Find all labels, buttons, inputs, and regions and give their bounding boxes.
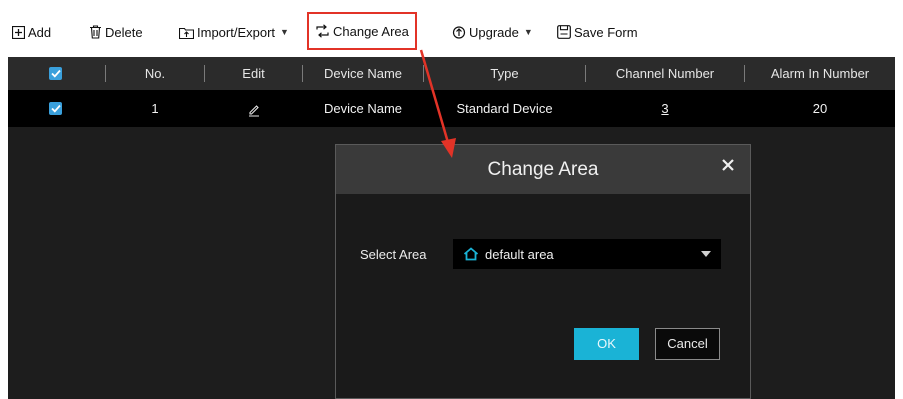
column-header-channel-number[interactable]: Channel Number (586, 57, 744, 90)
save-form-label: Save Form (574, 24, 638, 40)
cell-type: Standard Device (456, 101, 553, 116)
add-icon (12, 25, 25, 39)
upgrade-button[interactable]: Upgrade ▼ (452, 21, 533, 43)
cell-alarm-in-number: 20 (812, 101, 828, 116)
column-header-type[interactable]: Type (424, 57, 585, 90)
edit-icon (248, 104, 259, 117)
cell-channel-number[interactable]: 3 (586, 90, 744, 127)
delete-label: Delete (105, 24, 143, 40)
dialog-header: Change Area (336, 145, 750, 194)
row-checkbox[interactable] (49, 102, 62, 115)
table-header: No. Edit Device Name Type Channel Number… (8, 57, 895, 90)
add-label: Add (28, 24, 52, 40)
add-button[interactable]: Add (12, 21, 51, 43)
save-form-button[interactable]: Save Form (557, 21, 638, 43)
column-header-edit[interactable]: Edit (205, 57, 302, 90)
column-header-no[interactable]: No. (106, 57, 204, 90)
upgrade-icon (452, 25, 466, 39)
area-select[interactable]: default area (453, 239, 721, 269)
chevron-down-icon: ▼ (523, 27, 533, 37)
column-header-device-name[interactable]: Device Name (303, 57, 423, 90)
checkmark-icon (50, 69, 61, 78)
save-form-icon (557, 25, 571, 39)
upgrade-label: Upgrade (469, 24, 519, 40)
change-area-icon (315, 24, 330, 38)
cell-no: 1 (151, 101, 159, 116)
ok-button[interactable]: OK (574, 328, 639, 360)
select-all-checkbox[interactable] (49, 67, 62, 80)
delete-button[interactable]: Delete (89, 21, 143, 43)
select-area-label: Select Area (360, 247, 427, 262)
toolbar: Add Delete Import/Export ▼ Change Area U… (8, 8, 895, 57)
dialog-title: Change Area (487, 159, 599, 180)
selected-area-value: default area (485, 246, 554, 262)
chevron-down-icon: ▼ (280, 27, 289, 37)
cancel-button[interactable]: Cancel (655, 328, 720, 360)
change-area-label: Change Area (333, 23, 409, 39)
change-area-button[interactable]: Change Area (307, 12, 417, 50)
change-area-dialog: Change Area Select Area default area OK … (335, 144, 751, 399)
table-row[interactable]: 1 Device Name Standard Device 3 20 (8, 90, 895, 127)
import-export-label: Import/Export (197, 24, 276, 40)
close-icon[interactable] (720, 157, 736, 173)
chevron-down-icon (701, 251, 711, 257)
edit-button[interactable] (205, 90, 302, 127)
column-header-alarm-in-number[interactable]: Alarm In Number (745, 57, 895, 90)
home-icon (463, 247, 479, 261)
delete-icon (89, 25, 102, 39)
cell-device-name: Device Name (323, 101, 403, 116)
import-export-icon (179, 26, 194, 39)
checkmark-icon (50, 104, 61, 113)
import-export-button[interactable]: Import/Export ▼ (179, 21, 289, 43)
app-window: Add Delete Import/Export ▼ Change Area U… (8, 8, 895, 399)
